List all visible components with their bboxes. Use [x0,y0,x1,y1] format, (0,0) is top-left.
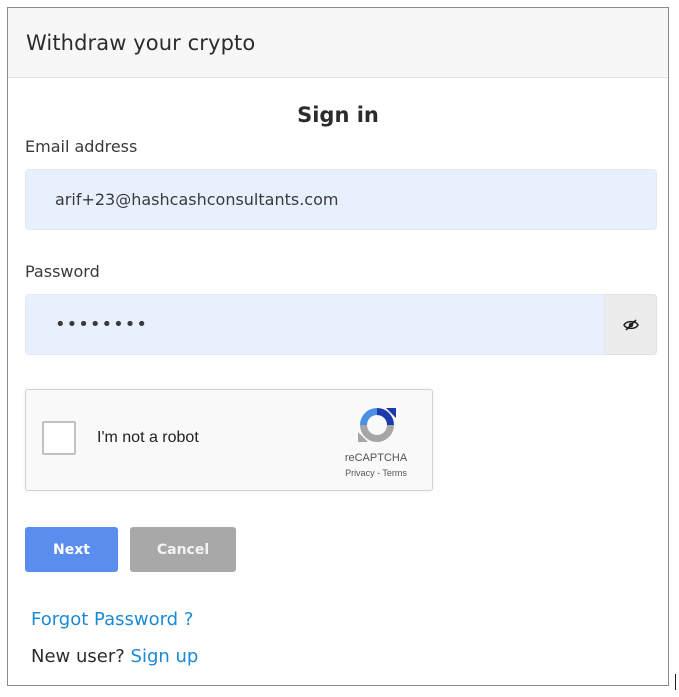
email-label: Email address [25,137,138,156]
password-label: Password [25,262,100,281]
forgot-password-link[interactable]: Forgot Password ? [31,609,193,630]
eye-slash-icon [622,318,639,331]
recaptcha-checkbox[interactable] [42,421,76,455]
recaptcha-brand: reCAPTCHA [344,452,408,464]
recaptcha-terms-link[interactable]: Terms [382,468,407,478]
password-field-wrapper [25,294,605,355]
sign-in-heading: Sign in [297,103,379,127]
sign-up-link[interactable]: Sign up [131,646,199,667]
recaptcha-label: I'm not a robot [97,429,199,446]
email-field[interactable] [26,170,656,229]
panel-header: Withdraw your crypto [8,8,668,78]
recaptcha-privacy-link[interactable]: Privacy [345,468,375,478]
recaptcha-logo-icon [358,408,396,442]
panel-title: Withdraw your crypto [26,30,256,55]
cancel-button[interactable]: Cancel [130,527,236,572]
text-cursor [675,674,676,690]
new-user-line: New user? Sign up [31,646,198,667]
recaptcha-links: Privacy - Terms [326,468,426,478]
password-visibility-toggle[interactable] [605,294,657,355]
next-button[interactable]: Next [25,527,118,572]
email-field-wrapper [25,169,657,230]
recaptcha-widget: I'm not a robot reCAPTCHA Privacy - Term… [25,389,433,491]
password-field[interactable] [26,295,604,354]
new-user-text: New user? [31,646,131,667]
withdraw-panel: Withdraw your crypto Sign in Email addre… [7,7,669,686]
